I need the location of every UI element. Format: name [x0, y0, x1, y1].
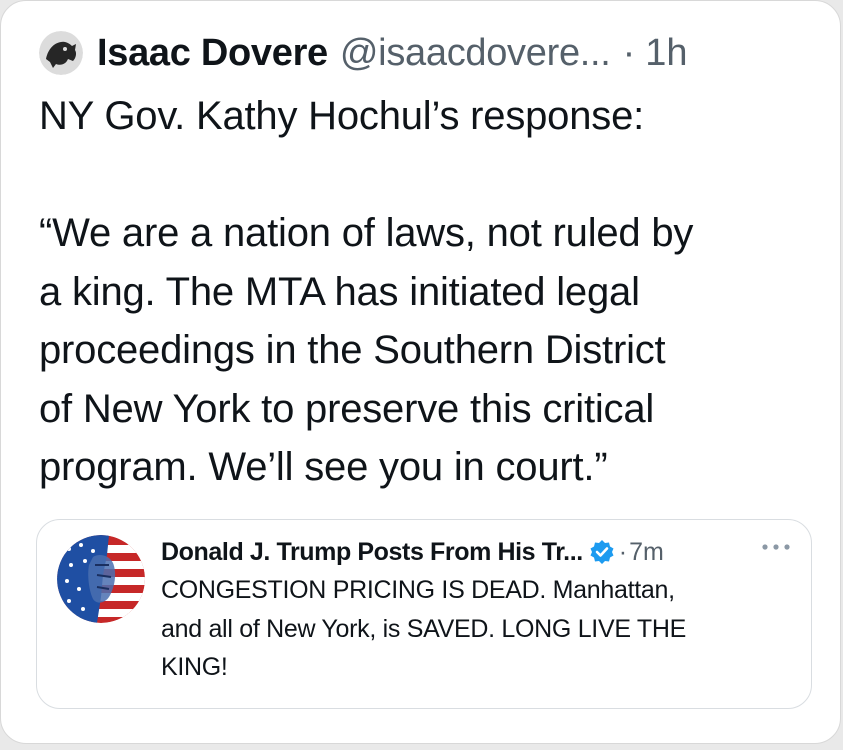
tweet-header: Isaac Dovere @isaacdovere... · 1h	[39, 27, 688, 79]
quoted-tweet-card[interactable]: Donald J. Trump Posts From His Tr... · 7…	[36, 519, 812, 709]
tweet-body: NY Gov. Kathy Hochul’s response: “We are…	[39, 87, 829, 497]
verified-badge-icon	[590, 540, 614, 564]
quoted-author-name[interactable]: Donald J. Trump Posts From His Tr...	[161, 538, 583, 567]
author-name[interactable]: Isaac Dovere	[97, 32, 328, 75]
tweet-text-intro: NY Gov. Kathy Hochul’s response:	[39, 94, 645, 138]
quoted-author-avatar[interactable]	[57, 535, 145, 623]
quoted-tweet-text: CONGESTION PRICING IS DEAD. Manhattan, a…	[161, 576, 686, 681]
quoted-tweet-header: Donald J. Trump Posts From His Tr... · 7…	[161, 534, 664, 570]
author-handle[interactable]: @isaacdovere...	[340, 32, 611, 75]
tweet-card[interactable]: Isaac Dovere @isaacdovere... · 1h NY Gov…	[0, 0, 841, 744]
separator-dot: ·	[622, 31, 636, 74]
author-avatar[interactable]	[39, 31, 83, 75]
tweet-text-quote: “We are a nation of laws, not ruled by a…	[39, 211, 694, 489]
tweet-timestamp[interactable]: 1h	[645, 32, 687, 75]
quoted-separator-dot: ·	[618, 537, 628, 566]
quoted-timestamp[interactable]: 7m	[629, 538, 664, 567]
more-options-icon[interactable]	[761, 542, 791, 552]
